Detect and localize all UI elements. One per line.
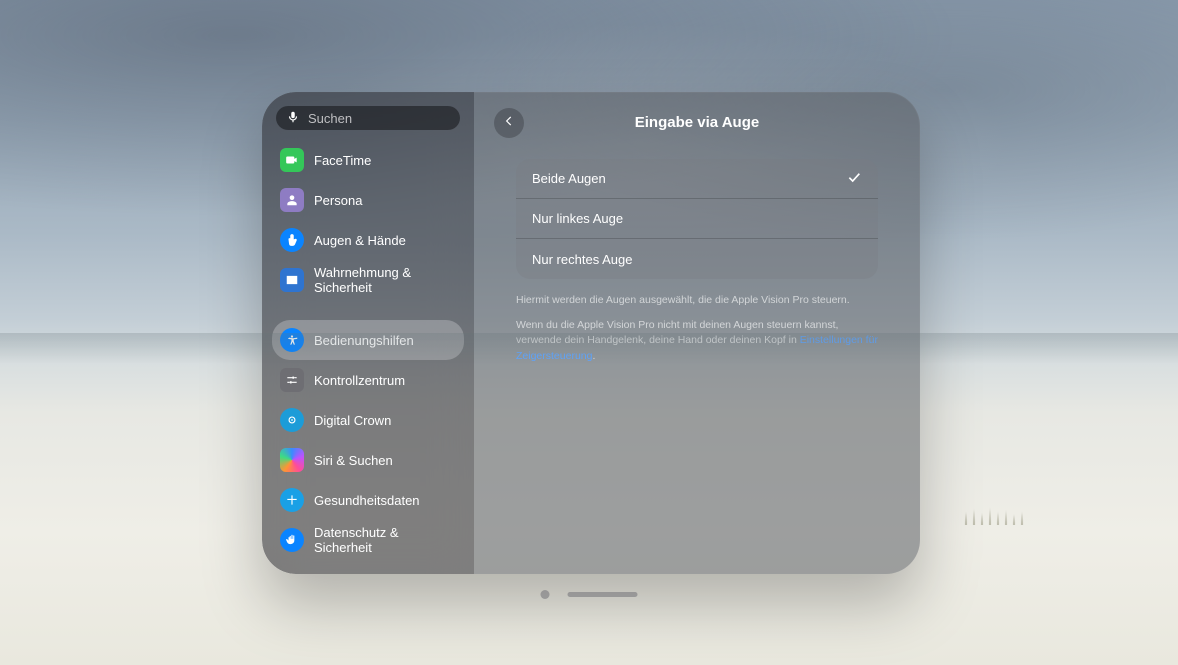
sidebar-item-label: Digital Crown bbox=[314, 413, 391, 428]
option-left-eye[interactable]: Nur linkes Auge bbox=[516, 199, 878, 239]
footnote-2-text: Wenn du die Apple Vision Pro nicht mit d… bbox=[516, 319, 838, 346]
back-button[interactable] bbox=[494, 108, 524, 138]
option-right-eye[interactable]: Nur rechtes Auge bbox=[516, 239, 878, 279]
option-both-eyes[interactable]: Beide Augen bbox=[516, 159, 878, 199]
option-label: Beide Augen bbox=[532, 171, 606, 186]
sidebar-item-accessibility[interactable]: Bedienungshilfen bbox=[272, 320, 464, 360]
sidebar: FaceTime Persona Augen & Hände Wahrnehmu… bbox=[262, 92, 474, 574]
content-pane: Eingabe via Auge Beide Augen Nur linkes … bbox=[474, 92, 920, 574]
sidebar-item-persona[interactable]: Persona bbox=[272, 180, 464, 220]
sidebar-item-label: Augen & Hände bbox=[314, 233, 406, 248]
touch-icon bbox=[280, 228, 304, 252]
id-card-icon bbox=[280, 268, 304, 292]
sidebar-item-label: Datenschutz & Sicherheit bbox=[314, 525, 456, 555]
sidebar-item-siri-search[interactable]: Siri & Suchen bbox=[272, 440, 464, 480]
sidebar-item-privacy-security[interactable]: Datenschutz & Sicherheit bbox=[272, 520, 464, 560]
sidebar-item-label: Gesundheitsdaten bbox=[314, 493, 420, 508]
sidebar-item-awareness[interactable]: Wahrnehmung & Sicherheit bbox=[272, 260, 464, 300]
page-title: Eingabe via Auge bbox=[498, 114, 896, 131]
sidebar-item-label: Kontrollzentrum bbox=[314, 373, 405, 388]
crown-icon bbox=[280, 408, 304, 432]
sidebar-item-label: FaceTime bbox=[314, 153, 371, 168]
health-icon bbox=[280, 488, 304, 512]
accessibility-icon bbox=[280, 328, 304, 352]
sidebar-item-digital-crown[interactable]: Digital Crown bbox=[272, 400, 464, 440]
sidebar-item-health-data[interactable]: Gesundheitsdaten bbox=[272, 480, 464, 520]
sidebar-item-label: Siri & Suchen bbox=[314, 453, 393, 468]
sliders-icon bbox=[280, 368, 304, 392]
sidebar-item-eyes-hands[interactable]: Augen & Hände bbox=[272, 220, 464, 260]
sidebar-item-facetime[interactable]: FaceTime bbox=[272, 140, 464, 180]
microphone-icon bbox=[286, 110, 308, 127]
search-input[interactable] bbox=[308, 111, 484, 126]
checkmark-icon bbox=[846, 169, 862, 188]
sidebar-item-label: Persona bbox=[314, 193, 362, 208]
footnote-2-period: . bbox=[592, 350, 595, 362]
sidebar-item-label: Wahrnehmung & Sicherheit bbox=[314, 265, 456, 295]
option-label: Nur rechtes Auge bbox=[532, 252, 632, 267]
footnote-1: Hiermit werden die Augen ausgewählt, die… bbox=[516, 293, 878, 308]
eye-input-options: Beide Augen Nur linkes Auge Nur rechtes … bbox=[516, 159, 878, 279]
option-label: Nur linkes Auge bbox=[532, 211, 623, 226]
search-field[interactable] bbox=[276, 106, 460, 130]
sidebar-nav: FaceTime Persona Augen & Hände Wahrnehmu… bbox=[270, 136, 466, 560]
sidebar-item-control-center[interactable]: Kontrollzentrum bbox=[272, 360, 464, 400]
video-icon bbox=[280, 148, 304, 172]
sidebar-item-label: Bedienungshilfen bbox=[314, 333, 414, 348]
hand-icon bbox=[280, 528, 304, 552]
chevron-left-icon bbox=[502, 114, 516, 133]
footnote-2: Wenn du die Apple Vision Pro nicht mit d… bbox=[516, 318, 878, 364]
home-grabber[interactable] bbox=[568, 592, 638, 597]
home-dot[interactable] bbox=[541, 590, 550, 599]
siri-icon bbox=[280, 448, 304, 472]
background-grass bbox=[958, 485, 1038, 525]
home-indicator bbox=[541, 590, 638, 599]
settings-window: FaceTime Persona Augen & Hände Wahrnehmu… bbox=[262, 92, 920, 574]
person-icon bbox=[280, 188, 304, 212]
